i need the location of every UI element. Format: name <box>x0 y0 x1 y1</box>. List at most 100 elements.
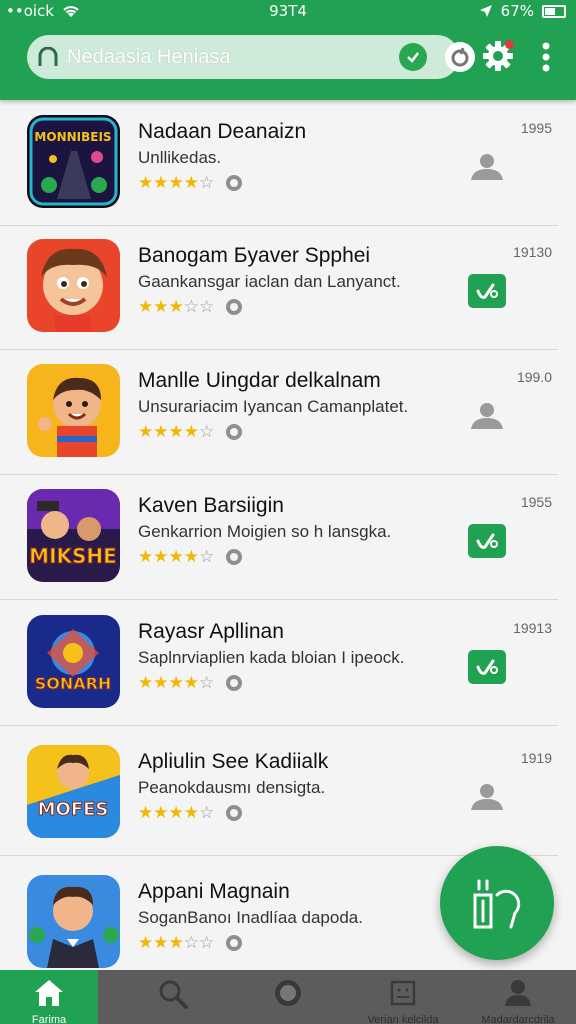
badge-gear-icon <box>226 549 243 565</box>
search-icon <box>157 978 189 1014</box>
nav-person[interactable]: Madardarcdrila <box>460 970 576 1024</box>
star-filled-icon: ★ <box>183 803 199 823</box>
app-list-item[interactable]: MONNIBEIS Nadaan Deanaizn Unllikedas. ★ ★ ★ ★… <box>0 100 576 226</box>
app-number: 1955 <box>520 494 552 510</box>
mad-moves-game-icon[interactable]: MOFES <box>27 745 120 838</box>
app-list-item[interactable]: Manlle Uingdar delkalnam Unsurariacim Iya… <box>0 349 576 475</box>
star-empty-icon: ☆ <box>199 173 215 193</box>
battery-percent: 67% <box>500 2 534 20</box>
app-title: Rayasr Apllinan <box>138 620 284 643</box>
star-filled-icon: ★ <box>153 422 169 442</box>
star-filled-icon: ★ <box>153 673 169 693</box>
star-empty-icon: ☆ <box>183 297 199 317</box>
star-empty-icon: ☆ <box>199 933 215 953</box>
cartoon-boy-icon[interactable] <box>27 239 120 332</box>
star-filled-icon: ★ <box>168 933 184 953</box>
more-vert-icon[interactable] <box>536 42 556 72</box>
person-icon[interactable] <box>468 399 506 433</box>
nav-clipboard[interactable]: Verian kelcilda <box>345 970 461 1024</box>
star-filled-icon: ★ <box>183 673 199 693</box>
fab-button[interactable] <box>440 846 554 960</box>
star-filled-icon: ★ <box>183 173 199 193</box>
app-title: Kaven Barsiigin <box>138 494 284 517</box>
check-icon[interactable] <box>399 43 427 71</box>
home-icon <box>32 978 66 1012</box>
clipboard-icon <box>388 978 418 1012</box>
star-filled-icon: ★ <box>168 803 184 823</box>
bottom-nav: Farima Verian kelcilda Madardarcdrila <box>0 970 576 1024</box>
star-rating: ★ ★ ★ ☆ ☆ <box>138 933 244 953</box>
app-number: 1919 <box>520 750 552 766</box>
star-filled-icon: ★ <box>153 547 169 567</box>
svg-text:MONNIBEIS: MONNIBEIS <box>34 130 111 144</box>
app-list-item[interactable]: Banogam Бyaver Spphei Gaankansgar iaclan … <box>0 224 576 350</box>
star-filled-icon: ★ <box>168 297 184 317</box>
person-icon[interactable] <box>468 780 506 814</box>
app-number: 19913 <box>513 620 552 636</box>
badge-gear-icon <box>226 935 243 951</box>
installed-check-icon[interactable] <box>468 650 506 684</box>
person-icon <box>503 978 533 1012</box>
star-filled-icon: ★ <box>138 673 154 693</box>
status-bar: ••oick 93T4 67% <box>0 0 576 24</box>
app-list-item[interactable]: MIKSHE Kaven Barsiigin Genkarrion Moigien… <box>0 474 576 600</box>
star-empty-icon: ☆ <box>199 673 215 693</box>
star-rating: ★ ★ ★ ★ ☆ <box>138 803 244 823</box>
app-list-item[interactable]: SONARH Rayasr Apllinan Saplnrviaplien kad… <box>0 600 576 726</box>
star-rating: ★ ★ ★ ★ ☆ <box>138 422 244 442</box>
man-in-suit-icon[interactable] <box>27 875 120 968</box>
cartoon-kid-icon[interactable] <box>27 364 120 457</box>
star-rating: ★ ★ ★ ☆ ☆ <box>138 297 244 317</box>
star-filled-icon: ★ <box>168 422 184 442</box>
tools-icon <box>473 879 521 929</box>
star-filled-icon: ★ <box>138 933 154 953</box>
mic-icon[interactable] <box>445 42 475 72</box>
divider <box>0 725 558 726</box>
star-filled-icon: ★ <box>183 547 199 567</box>
star-empty-icon: ☆ <box>183 933 199 953</box>
star-filled-icon: ★ <box>153 173 169 193</box>
app-description: Unllikedas. <box>138 148 222 167</box>
installed-check-icon[interactable] <box>468 524 506 558</box>
star-filled-icon: ★ <box>138 173 154 193</box>
notification-dot <box>505 40 514 49</box>
star-filled-icon: ★ <box>153 933 169 953</box>
search-bar[interactable]: Nedaasia Heniasa <box>27 35 475 79</box>
search-input[interactable]: Nedaasia Heniasa <box>67 46 230 69</box>
badge-gear-icon <box>226 805 243 821</box>
svg-text:MIKSHE: MIKSHE <box>29 544 117 568</box>
installed-check-icon[interactable] <box>468 274 506 308</box>
status-time: 93T4 <box>269 2 307 20</box>
app-description: Gaankansgar iaclan dan Lanyanct. <box>138 272 401 291</box>
star-rating: ★ ★ ★ ★ ☆ <box>138 673 244 693</box>
star-filled-icon: ★ <box>138 297 154 317</box>
circle-icon <box>273 978 303 1012</box>
nav-home[interactable]: Farima <box>0 970 98 1024</box>
app-number: 19130 <box>513 244 552 260</box>
star-filled-icon: ★ <box>168 547 184 567</box>
app-list-item[interactable]: MOFES Apliulin See Kadiialk Peanokdausmı … <box>0 730 576 856</box>
mikshe-game-icon[interactable]: MIKSHE <box>27 489 120 582</box>
star-filled-icon: ★ <box>168 673 184 693</box>
app-header: ••oick 93T4 67% Nedaasia Heniasa <box>0 0 576 100</box>
person-icon[interactable] <box>468 150 506 184</box>
app-description: Genkarrion Moigien so h lansgka. <box>138 522 392 541</box>
location-icon <box>479 5 492 17</box>
space-game-icon[interactable]: MONNIBEIS <box>27 115 120 208</box>
star-rating: ★ ★ ★ ★ ☆ <box>138 173 244 193</box>
nav-label: Verian kelcilda <box>367 1014 439 1024</box>
nav-label: Madardarcdrila <box>481 1014 555 1024</box>
app-list[interactable]: MONNIBEIS Nadaan Deanaizn Unllikedas. ★ ★ ★ ★… <box>0 100 576 970</box>
star-empty-icon: ☆ <box>199 803 215 823</box>
sonarh-game-icon[interactable]: SONARH <box>27 615 120 708</box>
app-title: Apliulin See Kadiialk <box>138 750 329 773</box>
star-filled-icon: ★ <box>138 803 154 823</box>
battery-icon <box>542 4 566 18</box>
nav-search[interactable] <box>115 970 231 1024</box>
star-filled-icon: ★ <box>153 297 169 317</box>
app-description: SoganBanoı Inadlíaa dapoda. <box>138 908 363 927</box>
svg-text:SONARH: SONARH <box>35 674 112 693</box>
home-outline-icon <box>38 47 58 66</box>
badge-gear-icon <box>226 299 243 315</box>
nav-circle[interactable] <box>230 970 346 1024</box>
